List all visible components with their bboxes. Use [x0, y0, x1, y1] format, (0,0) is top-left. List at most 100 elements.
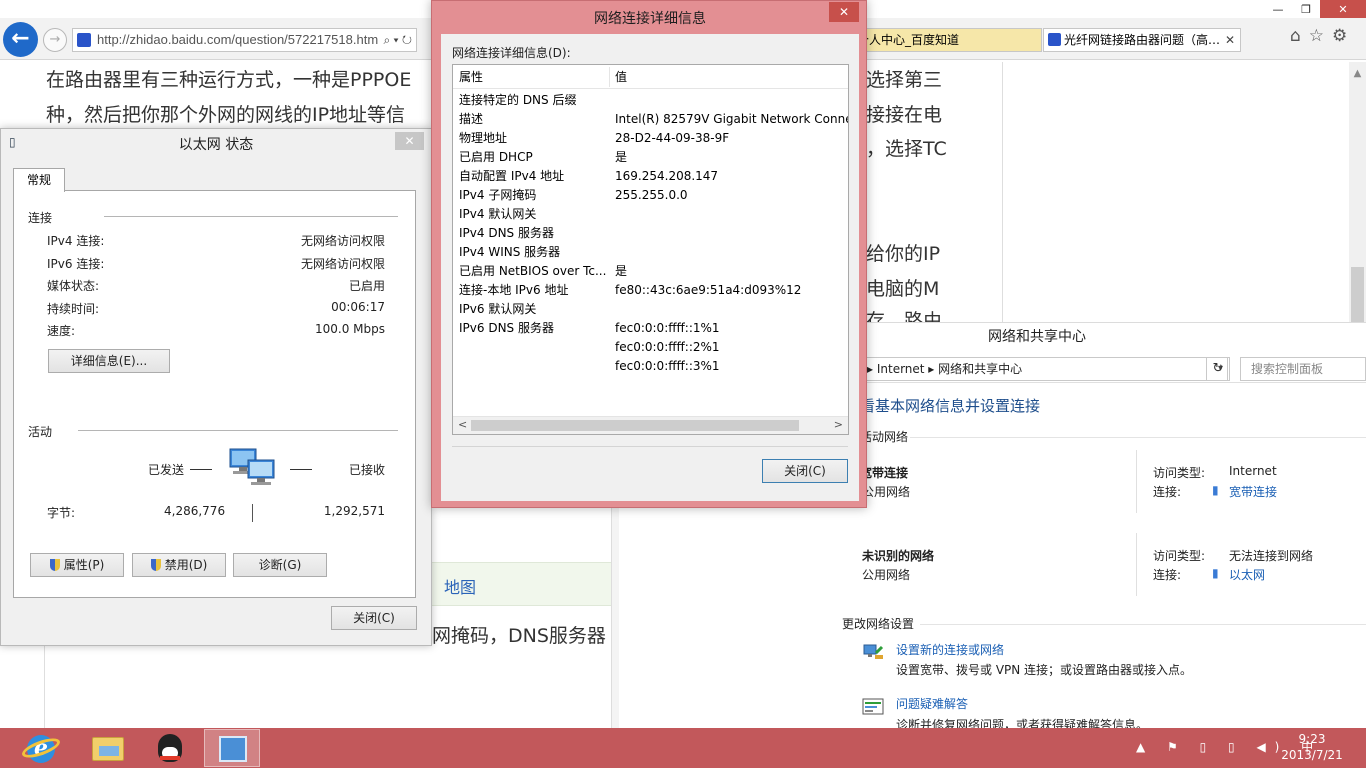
list-item[interactable]: IPv4 子网掩码 255.255.0.0 [453, 186, 848, 205]
task-description: 设置宽带、拨号或 VPN 连接；或设置路由器或接入点。 [896, 663, 1193, 677]
list-item[interactable]: IPv6 默认网关 [453, 300, 848, 319]
divider [1136, 533, 1137, 596]
value-cell: 是 [615, 150, 628, 164]
list-item[interactable]: IPv4 默认网关 [453, 205, 848, 224]
property-cell: IPv6 DNS 服务器 [459, 321, 554, 335]
minimize-button[interactable]: — [1264, 0, 1292, 20]
scroll-thumb[interactable] [1351, 267, 1364, 322]
bytes-label: 字节: [47, 506, 76, 520]
task-link-new-connection[interactable]: 设置新的连接或网络 [896, 641, 1004, 658]
list-item[interactable]: IPv4 DNS 服务器 [453, 224, 848, 243]
property-cell: IPv4 子网掩码 [459, 188, 537, 202]
task-link-troubleshoot[interactable]: 问题疑难解答 [896, 695, 968, 712]
refresh-button[interactable]: ↻ [1206, 357, 1230, 381]
connection-link[interactable]: 以太网 [1229, 566, 1265, 583]
horizontal-scrollbar[interactable]: < > [453, 416, 848, 434]
control-panel-icon [219, 736, 247, 762]
qq-icon [158, 734, 182, 762]
list-item[interactable]: 连接-本地 IPv6 地址 fe80::43c:6ae9:51a4:d093%12 [453, 281, 848, 300]
uac-shield-icon [49, 559, 60, 571]
map-link[interactable]: 地图 [444, 574, 476, 598]
list-item[interactable]: 物理地址 28-D2-44-09-38-9F [453, 129, 848, 148]
tab-close-icon[interactable]: ✕ [1225, 29, 1235, 51]
details-button[interactable]: 详细信息(E)... [48, 349, 170, 373]
forward-button[interactable]: → [43, 28, 67, 52]
scroll-right-icon[interactable]: > [834, 418, 843, 431]
properties-button[interactable]: 属性(P) [30, 553, 124, 577]
ipv6-connectivity-label: IPv6 连接: [47, 257, 105, 271]
media-state-value: 已启用 [348, 279, 385, 293]
taskbar-control-panel[interactable] [204, 729, 260, 767]
list-item[interactable]: 自动配置 IPv4 地址 169.254.208.147 [453, 167, 848, 186]
sent-label: 已发送 [148, 463, 185, 477]
details-list[interactable]: 属性 值 连接特定的 DNS 后缀 描述 Intel(R) 82579V Gigab… [452, 64, 849, 435]
change-settings-label: 更改网络设置 [842, 617, 915, 631]
article-line: ，选择TC [866, 138, 947, 160]
taskbar-file-explorer[interactable] [80, 729, 136, 767]
tab-fiber-router[interactable]: 光纤网链接路由器问题（高… ✕ [1043, 28, 1241, 52]
ipv4-connectivity-value: 无网络访问权限 [300, 234, 385, 248]
column-header-value[interactable]: 值 [615, 65, 627, 89]
list-item[interactable]: 已启用 DHCP 是 [453, 148, 848, 167]
dialog-title: 网络连接详细信息 [594, 11, 706, 27]
nsc-breadcrumb[interactable]: ▸ Internet ▸ 网络和共享中心 ▾ [860, 357, 1228, 381]
divider [1136, 450, 1137, 513]
new-connection-icon [863, 644, 884, 659]
taskbar-internet-explorer[interactable]: e [13, 729, 69, 767]
close-icon[interactable]: ✕ [395, 132, 424, 150]
dialog-titlebar[interactable]: ▯ 以太网 状态 ✕ [1, 129, 431, 157]
list-item[interactable]: 连接特定的 DNS 后缀 [453, 91, 848, 110]
tab-general[interactable]: 常规 [13, 168, 65, 192]
property-cell: 连接-本地 IPv6 地址 [459, 283, 569, 297]
address-bar[interactable]: http://zhidao.baidu.com/question/5722175… [72, 28, 417, 52]
search-input[interactable]: 搜索控制面板 [1240, 357, 1366, 381]
restore-button[interactable]: ❐ [1292, 0, 1320, 20]
divider [609, 67, 610, 87]
tab-label: 光纤网链接路由器问题（高… [1064, 33, 1221, 47]
address-tools[interactable]: ⌕ ▾ ↻ [383, 29, 412, 51]
close-button[interactable]: 关闭(C) [331, 606, 417, 630]
close-button[interactable]: ✕ [1320, 0, 1366, 20]
list-item[interactable]: fec0:0:0:ffff::3%1 [453, 357, 848, 376]
connection-link[interactable]: 宽带连接 [1229, 483, 1277, 500]
star-icon[interactable]: ☆ [1309, 26, 1332, 46]
close-icon[interactable]: ✕ [829, 2, 859, 22]
connection-icon: ▮ [1212, 483, 1219, 497]
troubleshoot-icon [862, 698, 884, 715]
button-label: 禁用(D) [164, 558, 208, 572]
disable-button[interactable]: 禁用(D) [132, 553, 226, 577]
home-icon[interactable]: ⌂ [1290, 26, 1309, 46]
network-name: 未识别的网络 [862, 549, 935, 563]
value-cell: fec0:0:0:ffff::3%1 [615, 359, 720, 373]
list-item[interactable]: IPv6 DNS 服务器 fec0:0:0:ffff::1%1 [453, 319, 848, 338]
list-item[interactable]: 已启用 NetBIOS over Tc... 是 [453, 262, 848, 281]
column-header-property[interactable]: 属性 [459, 65, 483, 89]
value-cell: 255.255.0.0 [615, 188, 688, 202]
list-item[interactable]: fec0:0:0:ffff::2%1 [453, 338, 848, 357]
value-cell: 是 [615, 264, 628, 278]
clock[interactable]: 9:23 2013/7/21 [1270, 731, 1354, 763]
browser-scrollbar[interactable]: ▲ [1349, 62, 1366, 324]
divider [78, 430, 398, 431]
bytes-received-value: 1,292,571 [323, 504, 385, 518]
connection-label: 连接: [1153, 568, 1182, 582]
gear-icon[interactable]: ⚙ [1332, 26, 1355, 46]
scroll-left-icon[interactable]: < [458, 418, 467, 431]
article-line: 种，然后把你那个外网的网线的IP地址等信 [46, 104, 406, 126]
value-cell: fec0:0:0:ffff::1%1 [615, 321, 720, 335]
taskbar-qq[interactable] [142, 729, 198, 767]
connection-details-dialog: 网络连接详细信息 ✕ 网络连接详细信息(D): 属性 值 连接特定的 DNS 后… [431, 0, 867, 508]
active-networks-label: 活动网络 [860, 430, 909, 444]
divider [252, 504, 253, 522]
map-link-bar[interactable]: 地图 [432, 562, 611, 606]
diagnose-button[interactable]: 诊断(G) [233, 553, 327, 577]
close-button[interactable]: 关闭(C) [762, 459, 848, 483]
scroll-up-icon[interactable]: ▲ [1349, 68, 1366, 79]
list-item[interactable]: 描述 Intel(R) 82579V Gigabit Network Connec… [453, 110, 848, 129]
scroll-thumb[interactable] [471, 420, 799, 431]
media-state-label: 媒体状态: [47, 279, 100, 293]
back-button[interactable]: ← [3, 22, 38, 57]
property-cell: 自动配置 IPv4 地址 [459, 169, 565, 183]
list-item[interactable]: IPv4 WINS 服务器 [453, 243, 848, 262]
connection-icon: ▮ [1212, 566, 1219, 580]
